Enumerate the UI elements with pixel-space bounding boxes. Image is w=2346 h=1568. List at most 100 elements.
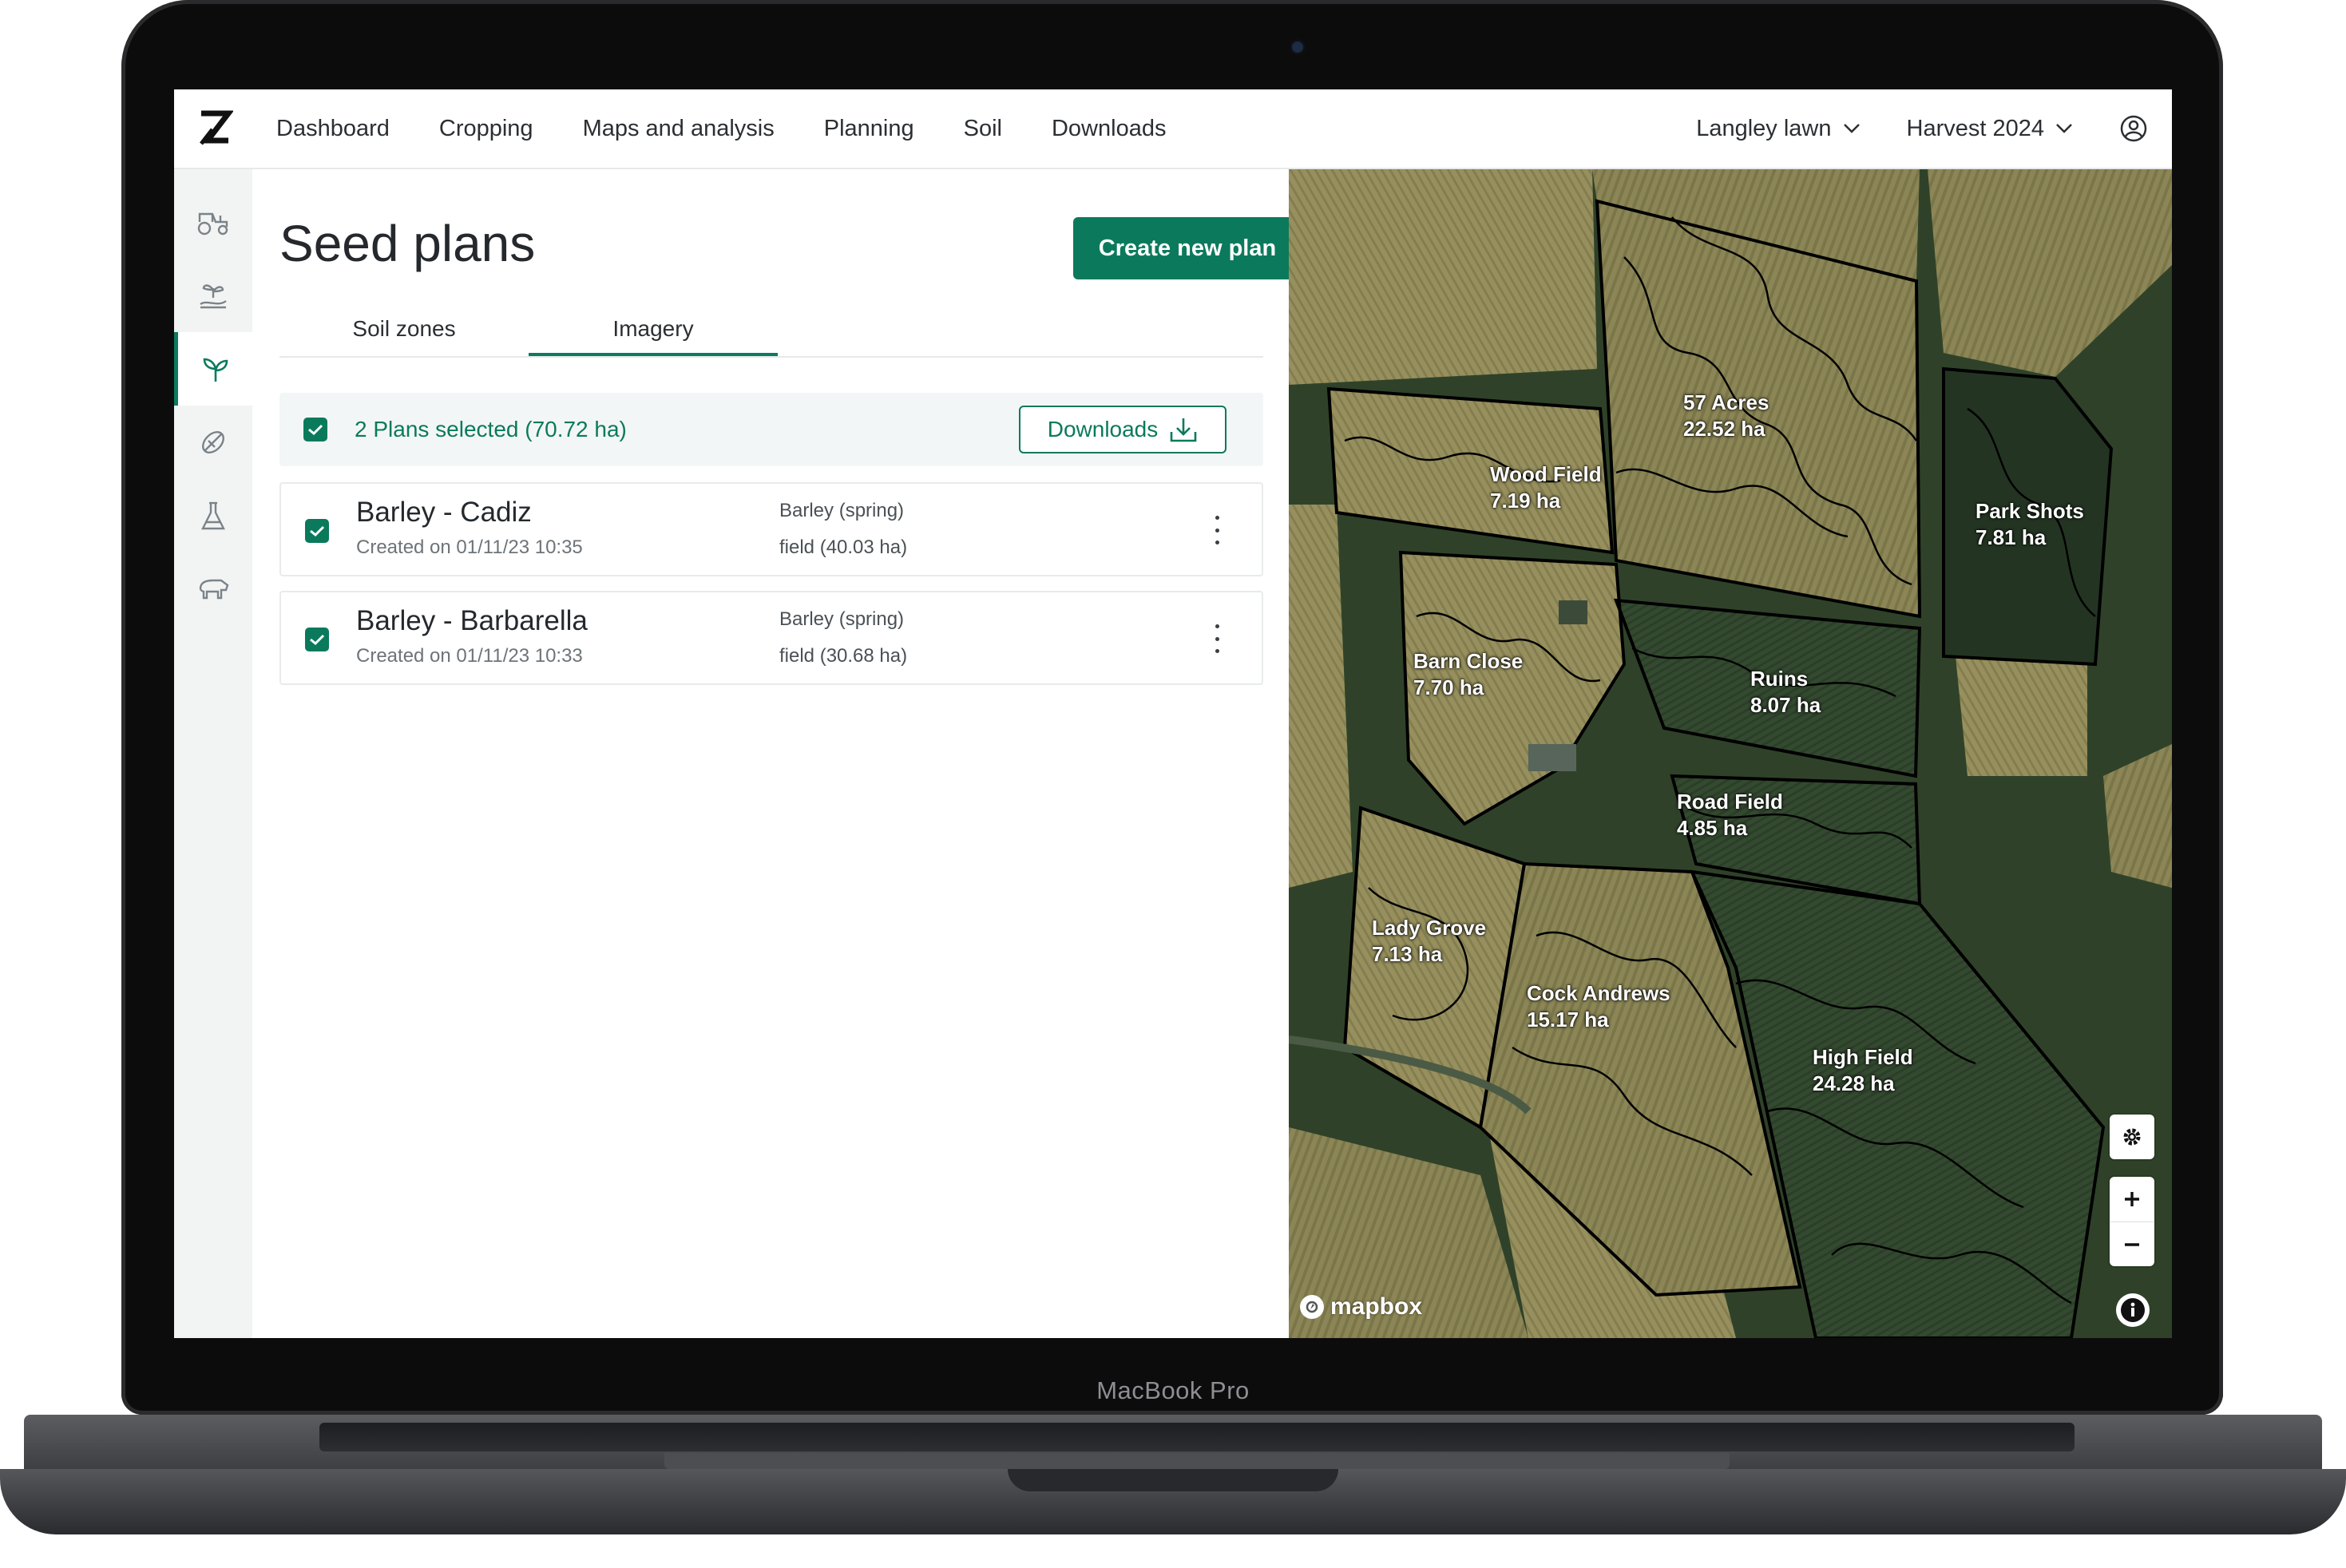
check-icon — [310, 634, 325, 646]
plan-tabs: Soil zones Imagery — [279, 310, 1263, 358]
sprout-icon — [203, 358, 228, 382]
plus-icon — [2125, 1192, 2139, 1206]
mapbox-logo-icon — [1300, 1295, 1324, 1319]
field-boundaries-layer — [1289, 169, 2172, 1338]
nav-soil[interactable]: Soil — [964, 116, 1002, 142]
main-menu: Dashboard Cropping Maps and analysis Pla… — [276, 89, 1215, 168]
info-icon — [2121, 1298, 2145, 1322]
field-name: Lady Grove — [1372, 916, 1487, 940]
select-all-checkbox[interactable] — [303, 418, 327, 441]
farm-selector[interactable]: Langley lawn — [1696, 116, 1860, 142]
plan-checkbox[interactable] — [305, 628, 329, 651]
field-area: 22.52 ha — [1683, 417, 1765, 441]
laptop-base — [0, 1415, 2346, 1552]
field-name: Barn Close — [1413, 649, 1524, 673]
field-area: 7.70 ha — [1413, 675, 1484, 699]
field-name: Road Field — [1677, 790, 1783, 814]
field-name: Cock Andrews — [1527, 981, 1670, 1005]
field-name: Ruins — [1750, 667, 1809, 691]
selection-summary: 2 Plans selected (70.72 ha) — [355, 417, 627, 441]
zoom-control — [2110, 1177, 2154, 1266]
selection-bar: 2 Plans selected (70.72 ha) Downloads — [279, 393, 1263, 466]
field-area: 7.19 ha — [1490, 489, 1561, 513]
field-area: 7.81 ha — [1975, 525, 2047, 549]
sidebar-item-seed-plans[interactable] — [174, 332, 252, 406]
nav-cropping[interactable]: Cropping — [439, 116, 533, 142]
seed-icon — [202, 431, 224, 453]
map-settings-button[interactable] — [2110, 1115, 2154, 1159]
field-area: 24.28 ha — [1813, 1071, 1895, 1095]
chevron-down-icon — [2056, 124, 2072, 133]
flask-icon — [201, 501, 225, 530]
downloads-button-label: Downloads — [1047, 417, 1159, 441]
field-area: 15.17 ha — [1527, 1008, 1609, 1031]
plan-name: Barley - Cadiz — [356, 497, 532, 528]
field-label-park-shots[interactable]: Park Shots 7.81 ha — [1975, 498, 2084, 551]
field-label-barn-close[interactable]: Barn Close 7.70 ha — [1413, 648, 1523, 701]
nav-maps-and-analysis[interactable]: Maps and analysis — [583, 116, 775, 142]
satellite-map[interactable]: 57 Acres 22.52 ha Wood Field 7.19 ha Park … — [1289, 169, 2172, 1338]
more-options-icon[interactable] — [1207, 516, 1226, 544]
harvest-selector-label: Harvest 2024 — [1906, 115, 2045, 141]
app-screen: Dashboard Cropping Maps and analysis Pla… — [174, 89, 2172, 1338]
plan-row[interactable]: Barley - Barbarella Created on 01/11/23 … — [279, 591, 1263, 685]
tab-soil-zones[interactable]: Soil zones — [279, 310, 529, 356]
field-label-ruins[interactable]: Ruins 8.07 ha — [1750, 666, 1821, 719]
field-name: Wood Field — [1490, 462, 1602, 486]
plan-crop: Barley (spring) — [779, 608, 905, 630]
top-navigation: Dashboard Cropping Maps and analysis Pla… — [174, 89, 2172, 169]
sidebar — [174, 169, 253, 1338]
sidebar-item-planting[interactable] — [174, 259, 252, 332]
device-label: MacBook Pro — [1096, 1376, 1250, 1404]
more-options-icon[interactable] — [1207, 624, 1226, 653]
plan-row[interactable]: Barley - Cadiz Created on 01/11/23 10:35… — [279, 482, 1263, 576]
gear-icon — [2123, 1128, 2141, 1146]
farm-selector-label: Langley lawn — [1696, 115, 1832, 141]
user-account-icon[interactable] — [2119, 114, 2148, 143]
nav-downloads[interactable]: Downloads — [1052, 116, 1166, 142]
create-new-plan-label: Create new plan — [1098, 235, 1277, 261]
plan-name: Barley - Barbarella — [356, 605, 588, 636]
tab-imagery[interactable]: Imagery — [529, 310, 778, 356]
sidebar-item-seeds[interactable] — [174, 406, 252, 479]
harvest-selector[interactable]: Harvest 2024 — [1907, 116, 2074, 142]
seedling-hand-icon — [200, 284, 227, 309]
plan-checkbox[interactable] — [305, 519, 329, 543]
seed-plans-panel: Seed plans Create new plan Soil zones Im… — [252, 169, 1341, 1338]
plan-created-date: Created on 01/11/23 10:35 — [356, 537, 583, 558]
plan-created-date: Created on 01/11/23 10:33 — [356, 645, 583, 667]
zoom-in-button[interactable] — [2110, 1177, 2154, 1222]
brand-logo[interactable] — [196, 109, 233, 148]
plan-field-area: field (30.68 ha) — [779, 645, 908, 667]
plan-field-area: field (40.03 ha) — [779, 537, 908, 558]
field-label-high-field[interactable]: High Field 24.28 ha — [1813, 1044, 1913, 1097]
camera-icon — [1292, 42, 1303, 53]
downloads-button[interactable]: Downloads — [1019, 406, 1226, 453]
field-label-wood-field[interactable]: Wood Field 7.19 ha — [1490, 461, 1602, 514]
plan-crop: Barley (spring) — [779, 500, 905, 521]
field-label-57-acres[interactable]: 57 Acres 22.52 ha — [1683, 390, 1769, 442]
field-area: 7.13 ha — [1372, 942, 1443, 966]
minus-icon — [2125, 1243, 2139, 1246]
field-name: Park Shots — [1975, 499, 2084, 523]
mapbox-attribution[interactable]: mapbox — [1300, 1293, 1422, 1321]
map-info-button[interactable] — [2116, 1293, 2150, 1327]
check-icon — [310, 525, 325, 537]
field-label-cock-andrews[interactable]: Cock Andrews 15.17 ha — [1527, 980, 1670, 1033]
livestock-icon — [199, 579, 229, 600]
nav-planning[interactable]: Planning — [824, 116, 914, 142]
check-icon — [308, 424, 323, 436]
nav-dashboard[interactable]: Dashboard — [276, 116, 390, 142]
sidebar-item-machinery[interactable] — [174, 185, 252, 259]
field-name: 57 Acres — [1683, 390, 1769, 414]
nav-right: Langley lawn Harvest 2024 — [1696, 89, 2148, 168]
download-icon — [1170, 418, 1197, 442]
field-label-lady-grove[interactable]: Lady Grove 7.13 ha — [1372, 915, 1486, 968]
chevron-down-icon — [1843, 124, 1860, 133]
sidebar-item-soil-lab[interactable] — [174, 479, 252, 552]
field-name: High Field — [1813, 1045, 1913, 1069]
field-area: 8.07 ha — [1750, 693, 1821, 717]
sidebar-item-livestock[interactable] — [174, 552, 252, 626]
field-label-road-field[interactable]: Road Field 4.85 ha — [1677, 789, 1783, 841]
zoom-out-button[interactable] — [2110, 1222, 2154, 1267]
